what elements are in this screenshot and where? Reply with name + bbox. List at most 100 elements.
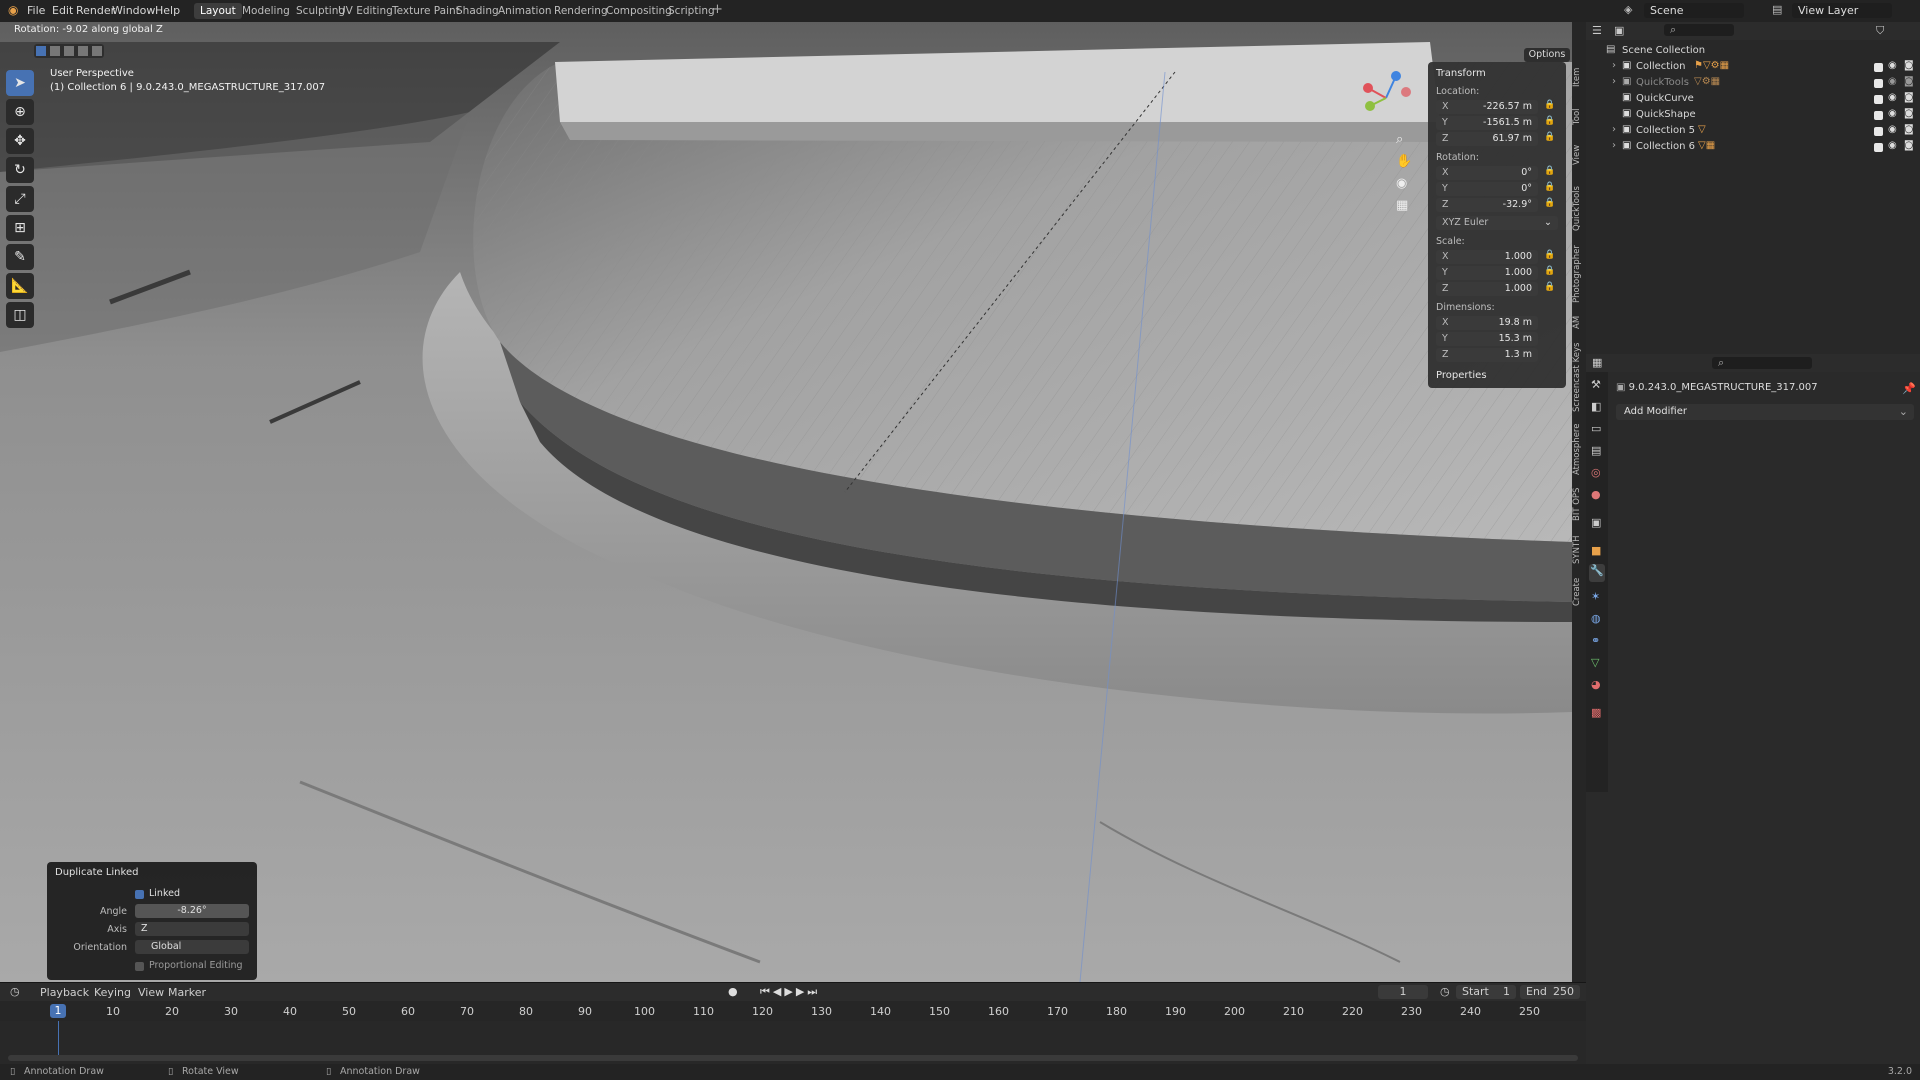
eye-icon[interactable]: ◉ bbox=[1888, 108, 1897, 119]
material-tab-icon[interactable]: ◕ bbox=[1591, 678, 1601, 691]
3d-viewport[interactable]: Rotation: -9.02 along global Z User Pers… bbox=[0, 22, 1572, 982]
orientation-dropdown[interactable]: Global bbox=[135, 940, 249, 954]
scale-y-field[interactable]: Y 1.000 bbox=[1436, 266, 1538, 280]
location-y-field[interactable]: Y -1561.5 m bbox=[1436, 116, 1538, 130]
world-tab-icon[interactable]: ● bbox=[1591, 488, 1601, 501]
timeline-keying-menu[interactable]: Keying bbox=[94, 986, 131, 999]
sidebar-tab-view[interactable]: View bbox=[1572, 140, 1586, 170]
tab-modeling[interactable]: Modeling bbox=[236, 3, 296, 19]
timeline-marker-menu[interactable]: Marker bbox=[168, 986, 206, 999]
view-layer-selector[interactable]: View Layer bbox=[1792, 3, 1892, 18]
angle-field[interactable]: -8.26° bbox=[135, 904, 249, 918]
scale-x-field[interactable]: X 1.000 bbox=[1436, 250, 1538, 264]
rotation-y-field[interactable]: Y 0° bbox=[1436, 182, 1538, 196]
eye-icon[interactable]: ◉ bbox=[1888, 60, 1897, 71]
menu-window[interactable]: Window bbox=[112, 4, 155, 17]
tool-tab-icon[interactable]: ⚒ bbox=[1591, 378, 1601, 391]
hand-icon[interactable]: ✋ bbox=[1396, 154, 1414, 176]
camera-toggle-icon[interactable]: ◙ bbox=[1904, 92, 1914, 103]
grid-icon[interactable]: ▦ bbox=[1396, 198, 1414, 220]
lock-icon[interactable]: 🔒 bbox=[1544, 166, 1555, 178]
sidebar-tab-quicktools[interactable]: QuickTools bbox=[1572, 180, 1586, 238]
menu-edit[interactable]: Edit bbox=[52, 4, 73, 17]
redo-panel-title[interactable]: Duplicate Linked bbox=[55, 867, 138, 878]
expand-arrow-icon[interactable]: › bbox=[1612, 124, 1616, 135]
outliner-row[interactable]: › ▣ Collection 5 ▽ ◉ ◙ bbox=[1586, 124, 1920, 140]
move-icon[interactable]: ✥ bbox=[6, 128, 34, 154]
record-icon[interactable]: ● bbox=[728, 985, 738, 998]
location-z-field[interactable]: Z 61.97 m bbox=[1436, 132, 1538, 146]
scale-icon[interactable]: ⤢ bbox=[6, 186, 34, 212]
options-dropdown[interactable]: Options bbox=[1524, 48, 1570, 62]
view-layer-tab-icon[interactable]: ▤ bbox=[1591, 444, 1601, 457]
sidebar-tab-tool[interactable]: Tool bbox=[1572, 102, 1586, 132]
lock-icon[interactable]: 🔒 bbox=[1544, 116, 1555, 128]
lock-icon[interactable]: 🔒 bbox=[1544, 266, 1555, 278]
scene-selector[interactable]: Scene bbox=[1644, 3, 1744, 18]
properties-subpanel-header[interactable]: Properties bbox=[1436, 370, 1487, 381]
navigation-gizmo[interactable] bbox=[1356, 66, 1416, 126]
sidebar-tab-item[interactable]: Item bbox=[1572, 62, 1586, 92]
linked-checkbox[interactable] bbox=[135, 890, 144, 899]
scale-z-field[interactable]: Z 1.000 bbox=[1436, 282, 1538, 296]
outliner-row[interactable]: ▣ QuickShape ◉ ◙ bbox=[1586, 108, 1920, 124]
playback-controls[interactable]: ⏮◀▶▶⏭ bbox=[760, 985, 820, 999]
scene-icon[interactable]: ◈ bbox=[1624, 3, 1632, 16]
zoom-icon[interactable]: ⌕ bbox=[1396, 132, 1414, 154]
outliner-filter-icon[interactable]: ▣ bbox=[1614, 24, 1624, 37]
sidebar-tab-am[interactable]: AM bbox=[1572, 312, 1586, 332]
outliner-search-input[interactable]: ⌕ bbox=[1664, 23, 1734, 36]
dimensions-y-field[interactable]: Y 15.3 m bbox=[1436, 332, 1538, 346]
blender-logo-icon[interactable]: ◉ bbox=[8, 3, 18, 17]
sidebar-tab-bit-ops[interactable]: BIT OPS bbox=[1572, 484, 1586, 524]
sidebar-tab-screencast-keys[interactable]: Screencast Keys bbox=[1572, 340, 1586, 414]
proportional-editing-checkbox[interactable] bbox=[135, 962, 144, 971]
timeline-view-menu[interactable]: View bbox=[138, 986, 164, 999]
lock-icon[interactable]: 🔒 bbox=[1544, 132, 1555, 144]
eye-icon[interactable]: ◉ bbox=[1888, 124, 1897, 135]
transform-icon[interactable]: ⊞ bbox=[6, 215, 34, 241]
cursor-icon[interactable]: ⊕ bbox=[6, 99, 34, 125]
outliner-scene-collection[interactable]: ▤ Scene Collection bbox=[1586, 44, 1920, 60]
wrench-icon[interactable]: 🔧 bbox=[1589, 564, 1605, 582]
timeline-ruler[interactable]: 1 10 20 30 40 50 60 70 80 90 100 110 120… bbox=[0, 1001, 1586, 1021]
expand-arrow-icon[interactable]: › bbox=[1612, 76, 1616, 87]
rotation-mode-dropdown[interactable]: XYZ Euler ⌄ bbox=[1436, 216, 1558, 230]
add-cube-icon[interactable]: ◫ bbox=[6, 302, 34, 328]
texture-tab-icon[interactable]: ▩ bbox=[1591, 706, 1601, 719]
expand-arrow-icon[interactable]: › bbox=[1612, 140, 1616, 151]
sidebar-tab-synth[interactable]: SYNTH bbox=[1572, 532, 1586, 568]
menu-file[interactable]: File bbox=[27, 4, 45, 17]
menu-help[interactable]: Help bbox=[155, 4, 180, 17]
start-frame-field[interactable]: Start 1 bbox=[1456, 985, 1516, 999]
measure-icon[interactable]: 📐 bbox=[6, 273, 34, 299]
render-tab-icon[interactable]: ◧ bbox=[1591, 400, 1601, 413]
clock-icon[interactable]: ◷ bbox=[10, 985, 20, 998]
lock-icon[interactable]: 🔒 bbox=[1544, 100, 1555, 112]
dimensions-z-field[interactable]: Z 1.3 m bbox=[1436, 348, 1538, 362]
physics-tab-icon[interactable]: ◍ bbox=[1591, 612, 1601, 625]
camera-toggle-icon[interactable]: ◙ bbox=[1904, 60, 1914, 71]
sidebar-tab-photographer[interactable]: Photographer bbox=[1572, 244, 1586, 304]
exclude-checkbox[interactable] bbox=[1874, 111, 1883, 120]
particles-tab-icon[interactable]: ✶ bbox=[1591, 590, 1600, 603]
expand-arrow-icon[interactable]: › bbox=[1612, 60, 1616, 71]
select-invert-icon[interactable] bbox=[78, 46, 88, 56]
outliner-row[interactable]: › ▣ Collection 6 ▽▦ ◉ ◙ bbox=[1586, 140, 1920, 156]
pin-icon[interactable]: 📌 bbox=[1902, 382, 1916, 395]
camera-toggle-icon[interactable]: ◙ bbox=[1904, 124, 1914, 135]
outliner-row[interactable]: › ▣ Collection ⚑▽⚙▦ ◉ ◙ bbox=[1586, 60, 1920, 76]
dimensions-x-field[interactable]: X 19.8 m bbox=[1436, 316, 1538, 330]
eye-icon[interactable]: ◉ bbox=[1888, 140, 1897, 151]
end-frame-field[interactable]: End 250 bbox=[1520, 985, 1580, 999]
menu-render[interactable]: Render bbox=[76, 4, 115, 17]
view-layer-icon[interactable]: ▤ bbox=[1772, 3, 1782, 16]
properties-search-input[interactable]: ⌕ bbox=[1712, 356, 1812, 369]
camera-icon[interactable]: ◉ bbox=[1396, 176, 1414, 198]
clock-icon[interactable]: ◷ bbox=[1440, 985, 1450, 998]
select-intersect-icon[interactable] bbox=[92, 46, 102, 56]
select-subtract-icon[interactable] bbox=[64, 46, 74, 56]
playhead[interactable] bbox=[58, 1021, 59, 1055]
add-workspace-icon[interactable]: + bbox=[712, 2, 723, 17]
exclude-checkbox[interactable] bbox=[1874, 95, 1883, 104]
